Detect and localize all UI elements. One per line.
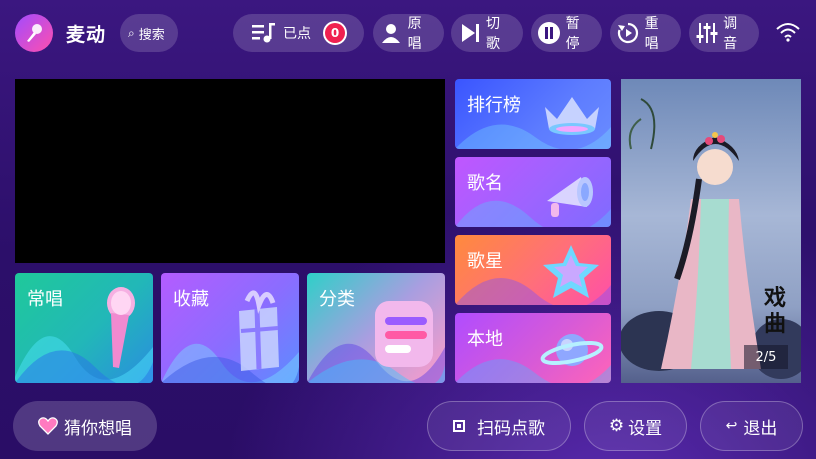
search-icon: ⌕ <box>128 25 135 40</box>
guess-label: 猜你想唱 <box>64 418 132 439</box>
next-song-label: 切歌 <box>486 16 501 52</box>
tile-category-label: 分类 <box>319 289 355 310</box>
original-vocal-label: 原唱 <box>407 16 422 52</box>
qr-code-icon <box>453 420 465 432</box>
tile-favorites[interactable]: 收藏 <box>161 273 299 383</box>
pause-icon <box>537 20 562 46</box>
promo-poster[interactable]: 戏曲 2/5 <box>621 79 801 383</box>
gift-box-icon <box>239 290 279 371</box>
tile-song-name-label: 歌名 <box>467 173 503 194</box>
replay-label: 重唱 <box>644 16 659 52</box>
tile-frequent-label: 常唱 <box>27 289 63 310</box>
gear-icon: ⚙ <box>608 416 625 436</box>
tile-singer-label: 歌星 <box>467 251 503 272</box>
megaphone-icon <box>547 177 593 217</box>
search-label: 搜索 <box>138 27 165 43</box>
exit-arrow-icon: ↩ <box>725 418 738 434</box>
app-title: 麦动 <box>66 24 107 46</box>
tile-local[interactable]: 本地 <box>455 313 611 383</box>
tile-ranking[interactable]: 排行榜 <box>455 79 611 149</box>
tile-singer[interactable]: 歌星 <box>455 235 611 305</box>
playlist-music-icon <box>252 23 275 43</box>
microphone-icon <box>107 287 135 368</box>
queued-songs-button[interactable]: 已点 0 <box>233 14 364 52</box>
heart-icon <box>38 417 58 435</box>
queued-count-badge: 0 <box>323 21 347 45</box>
skip-next-icon <box>457 20 482 46</box>
replay-icon <box>616 20 641 46</box>
tile-frequent[interactable]: 常唱 <box>15 273 153 383</box>
tile-favorites-label: 收藏 <box>173 289 209 310</box>
replay-button[interactable]: 重唱 <box>610 14 681 52</box>
poster-page-indicator: 2/5 <box>744 345 788 369</box>
pause-label: 暂停 <box>565 16 580 52</box>
tile-song-name[interactable]: 歌名 <box>455 157 611 227</box>
opera-figure-illustration <box>621 98 801 379</box>
category-card-icon <box>375 301 433 367</box>
search-button[interactable]: ⌕ 搜索 <box>120 14 178 52</box>
next-song-button[interactable]: 切歌 <box>451 14 523 52</box>
guess-you-like-button[interactable]: 猜你想唱 <box>13 401 157 451</box>
vocal-person-icon <box>379 20 404 46</box>
tile-category[interactable]: 分类 <box>307 273 445 383</box>
tile-local-label: 本地 <box>467 329 503 350</box>
pause-button[interactable]: 暂停 <box>531 14 602 52</box>
settings-button[interactable]: ⚙ 设置 <box>584 401 687 451</box>
scan-to-order-button[interactable]: 扫码点歌 <box>427 401 571 451</box>
crown-icon <box>545 97 599 135</box>
equalizer-icon <box>695 20 719 46</box>
exit-button[interactable]: ↩ 退出 <box>700 401 803 451</box>
tile-ranking-label: 排行榜 <box>467 95 521 116</box>
tuning-button[interactable]: 调音 <box>689 14 759 52</box>
exit-label: 退出 <box>743 418 778 439</box>
star-icon <box>543 245 599 298</box>
tuning-label: 调音 <box>723 16 738 52</box>
video-player[interactable] <box>15 79 445 263</box>
scan-label: 扫码点歌 <box>477 418 545 439</box>
wifi-icon <box>776 22 800 46</box>
microphone-logo-icon <box>27 24 42 42</box>
original-vocal-button[interactable]: 原唱 <box>373 14 444 52</box>
planet-icon <box>540 334 604 366</box>
app-logo <box>15 14 53 52</box>
settings-label: 设置 <box>628 418 663 439</box>
queued-label: 已点 <box>283 26 311 42</box>
poster-calligraphy: 戏曲 <box>763 285 786 337</box>
